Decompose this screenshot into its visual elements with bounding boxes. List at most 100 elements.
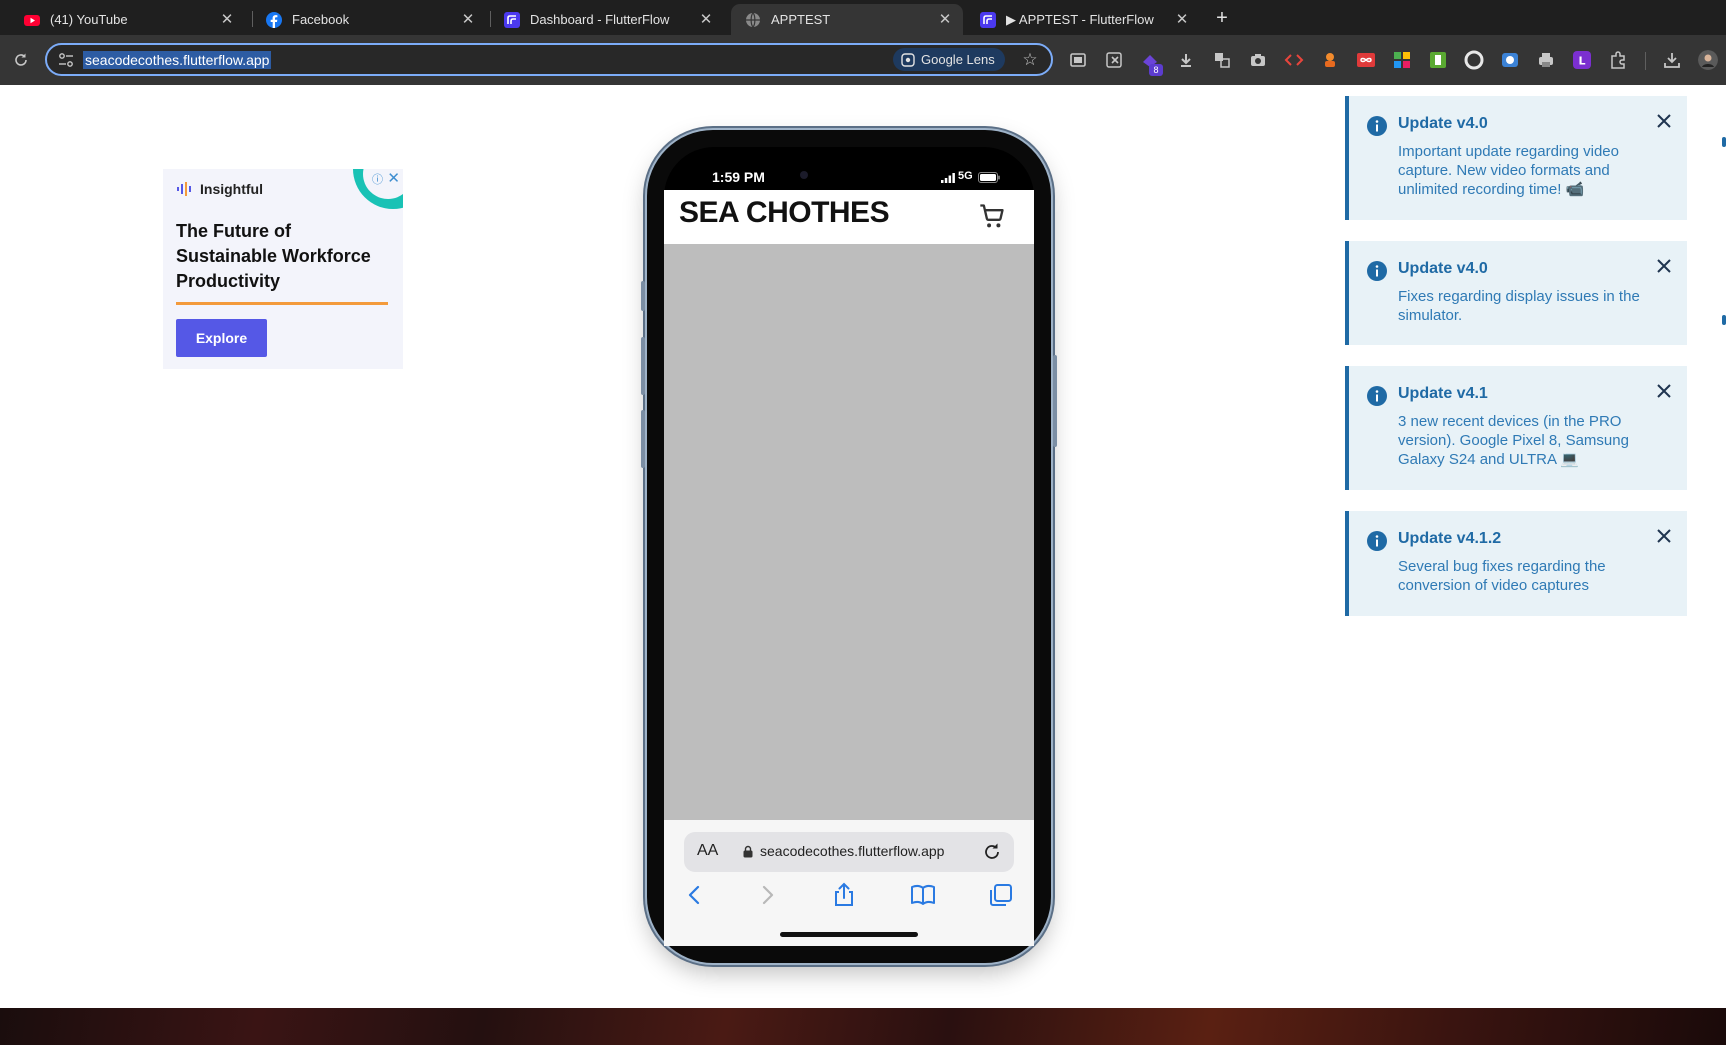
- phone-simulator: 1:59 PM 5G SEA CHOTHES AA seacodecothes.…: [641, 130, 1057, 963]
- ad-headline: The Future of Sustainable Workforce Prod…: [176, 221, 371, 291]
- info-icon: [1367, 386, 1387, 406]
- browser-toolbar: seacodecothes.flutterflow.app Google Len…: [0, 35, 1726, 85]
- reader-mode-button[interactable]: AA: [697, 842, 718, 860]
- printer-icon[interactable]: [1536, 50, 1556, 70]
- lock-icon: [743, 845, 753, 858]
- tab-title: Dashboard - FlutterFlow: [530, 12, 670, 27]
- notification-card: Update v4.0 Fixes regarding display issu…: [1345, 241, 1687, 345]
- notification-body: Several bug fixes regarding the conversi…: [1398, 558, 1606, 594]
- downloads-icon[interactable]: [1662, 50, 1682, 70]
- edge-indicator: [1722, 315, 1726, 325]
- youtube-icon: [24, 14, 40, 26]
- close-icon[interactable]: [1655, 382, 1673, 400]
- info-icon: [1367, 261, 1387, 281]
- tab-facebook[interactable]: Facebook ✕: [252, 4, 486, 35]
- tab-youtube[interactable]: (41) YouTube ✕: [10, 4, 245, 35]
- tab-close-button[interactable]: ✕: [1174, 11, 1190, 28]
- reload-icon: [15, 53, 27, 66]
- adchoices-icon[interactable]: ⓘ: [372, 171, 383, 187]
- extension-badge: 8: [1149, 64, 1163, 76]
- bookmarks-icon[interactable]: [910, 882, 936, 908]
- back-arrow-icon[interactable]: [682, 882, 708, 908]
- translate-icon[interactable]: [1212, 50, 1232, 70]
- tab-title: Facebook: [292, 12, 350, 27]
- tab-title: (41) YouTube: [50, 12, 128, 27]
- desktop-wallpaper: [0, 1008, 1726, 1045]
- notification-card: Update v4.0 Important update regarding v…: [1345, 96, 1687, 220]
- reading-list-icon[interactable]: [1068, 50, 1088, 70]
- tab-title: APPTEST: [771, 12, 831, 27]
- profile-l-icon[interactable]: L: [1572, 50, 1592, 70]
- ad-divider: [176, 302, 388, 305]
- edge-indicator: [1722, 137, 1726, 147]
- phone-power-button: [1053, 355, 1057, 447]
- svg-text:L: L: [1578, 55, 1585, 68]
- google-lens-button[interactable]: Google Lens: [893, 48, 1005, 71]
- notification-body: Important update regarding video capture…: [1398, 143, 1619, 198]
- close-icon[interactable]: [1655, 257, 1673, 275]
- screenshot-icon[interactable]: [1248, 50, 1268, 70]
- notification-title: Update v4.1.2: [1398, 530, 1502, 547]
- status-time: 1:59 PM: [712, 169, 765, 185]
- download-arrow-icon[interactable]: [1176, 50, 1196, 70]
- tab-close-button[interactable]: ✕: [698, 11, 714, 28]
- new-tab-button[interactable]: +: [1210, 6, 1234, 30]
- notification-body: Fixes regarding display issues in the si…: [1398, 288, 1640, 324]
- ad-close-icon[interactable]: ✕: [387, 169, 400, 187]
- ad-explore-button[interactable]: Explore: [176, 319, 267, 357]
- reload-button[interactable]: [8, 47, 34, 73]
- ad-brand: Insightful: [176, 181, 263, 197]
- home-indicator[interactable]: [780, 932, 918, 937]
- flutterflow-icon: [504, 11, 520, 28]
- tab-apptest-flutterflow[interactable]: ▶ APPTEST - FlutterFlow ✕: [966, 4, 1200, 35]
- app-title: SEA CHOTHES: [679, 196, 890, 229]
- tabs-icon[interactable]: [988, 882, 1014, 908]
- forward-arrow-icon[interactable]: [754, 882, 780, 908]
- info-icon: [1367, 116, 1387, 136]
- color-picker-icon[interactable]: [1464, 50, 1484, 70]
- ad-banner[interactable]: ⓘ ✕ Insightful The Future of Sustainable…: [163, 169, 403, 369]
- signal-icon: [941, 173, 955, 183]
- code-icon[interactable]: [1284, 50, 1304, 70]
- notification-title: Update v4.1: [1398, 385, 1488, 402]
- browser-tab-strip: (41) YouTube ✕ Facebook ✕ Dashboard - Fl…: [0, 0, 1726, 35]
- grid-palette-icon[interactable]: [1392, 50, 1412, 70]
- extension-green-icon[interactable]: [1428, 50, 1448, 70]
- safari-url[interactable]: seacodecothes.flutterflow.app: [760, 843, 944, 859]
- globe-icon: [746, 12, 760, 27]
- bookmark-star-icon[interactable]: ☆: [1019, 49, 1041, 71]
- extension-orange-icon[interactable]: [1320, 50, 1340, 70]
- tab-dashboard-flutterflow[interactable]: Dashboard - FlutterFlow ✕: [490, 4, 724, 35]
- screen-root: (41) YouTube ✕ Facebook ✕ Dashboard - Fl…: [0, 0, 1726, 1045]
- notification-card: Update v4.1.2 Several bug fixes regardin…: [1345, 511, 1687, 616]
- camera-record-icon[interactable]: [1500, 50, 1520, 70]
- address-bar[interactable]: seacodecothes.flutterflow.app Google Len…: [45, 43, 1053, 76]
- tab-close-button[interactable]: ✕: [219, 11, 235, 28]
- notification-title: Update v4.0: [1398, 115, 1488, 132]
- shopping-cart-icon[interactable]: [978, 202, 1006, 230]
- extensions-puzzle-icon[interactable]: [1608, 50, 1628, 70]
- safari-reload-icon[interactable]: [981, 841, 1003, 863]
- insightful-logo-icon: [177, 182, 191, 196]
- close-icon[interactable]: [1655, 527, 1673, 545]
- app-header: SEA CHOTHES: [664, 190, 1034, 244]
- phone-mute-switch: [641, 281, 645, 311]
- tab-close-button[interactable]: ✕: [460, 11, 476, 28]
- facebook-icon: [266, 11, 282, 28]
- safari-address-bar[interactable]: AA seacodecothes.flutterflow.app: [684, 832, 1014, 872]
- phone-volume-up: [641, 337, 645, 395]
- tab-apptest[interactable]: APPTEST ✕: [731, 4, 963, 35]
- tab-close-button[interactable]: ✕: [937, 11, 953, 28]
- avatar[interactable]: [1698, 50, 1718, 70]
- infinity-icon[interactable]: [1356, 50, 1376, 70]
- close-icon[interactable]: [1655, 112, 1673, 130]
- info-icon: [1367, 531, 1387, 551]
- ad-brand-name: Insightful: [200, 181, 263, 197]
- google-lens-label: Google Lens: [921, 52, 995, 67]
- address-text[interactable]: seacodecothes.flutterflow.app: [83, 51, 272, 69]
- share-icon[interactable]: [831, 882, 857, 908]
- notification-title: Update v4.0: [1398, 260, 1488, 277]
- notification-body: 3 new recent devices (in the PRO version…: [1398, 413, 1629, 468]
- site-settings-icon[interactable]: [57, 51, 75, 69]
- extension-x-icon[interactable]: [1104, 50, 1124, 70]
